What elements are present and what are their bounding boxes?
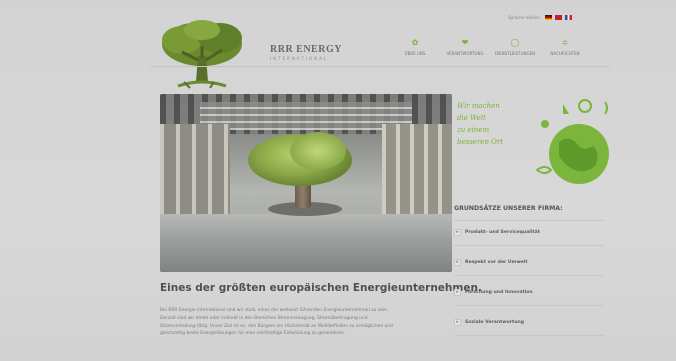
principle-item-environment[interactable]: ▸ Respekt vor der Umwelt [454,258,604,267]
chevron-right-icon: ▸ [454,319,461,326]
nav-label: ÜBER UNS [404,51,426,56]
language-label: Sprache wählen [508,14,541,20]
language-switcher: Sprache wählen [508,12,573,22]
nav-item-dienstleistungen[interactable]: ◯ DIENSTLEISTUNGEN [490,38,540,56]
flag-de-icon[interactable] [545,14,553,20]
principle-label: Forschung und Innovation [465,290,533,295]
hero-tree-canopy-top [290,132,346,170]
chevron-right-icon: ▸ [454,229,461,236]
principle-item-research[interactable]: ▸ Forschung und Innovation [454,288,604,297]
divider [454,245,604,246]
principle-label: Respekt vor der Umwelt [465,260,528,265]
intro-paragraph: Bei RRR Energie International sind wir s… [160,307,450,338]
principle-label: Soziale Verantwortung [465,320,525,325]
nav-item-verantwortung[interactable]: ❤ VERANTWORTUNG [440,38,490,56]
brand-subtitle: INTERNATIONAL [270,56,329,61]
green-globe-icon [535,99,609,184]
nav-item-nachrichten[interactable]: ≑ NACHRICHTEN [540,38,590,56]
divider [454,305,604,306]
flag-fr-icon[interactable] [565,14,573,20]
principles-title: GRUNDSÄTZE UNSERER FIRMA: [454,205,563,212]
principle-label: Produkt- und Servicequalität [465,230,540,235]
slogan-text: Wir machen die Welt zu einem besseren Or… [457,102,504,146]
nav-item-ueber-uns[interactable]: ✿ ÜBER UNS [390,38,440,56]
flag-en-icon[interactable] [555,14,563,20]
page-headline: Eines der größten europäischen Energieun… [160,282,482,294]
tree-logo-icon[interactable] [158,16,246,94]
paragraph-line: Derzeit sind wir direkt oder indirekt in… [160,315,368,321]
divider [454,335,604,336]
paragraph-line: gleichzeitig beste Energielösungen für e… [160,331,346,337]
divider [454,220,604,221]
nav-divider [150,66,610,67]
nav-label: DIENSTLEISTUNGEN [494,51,536,56]
brand[interactable]: RRR ENERGY INTERNATIONAL [270,44,342,61]
chevron-right-icon: ▸ [454,259,461,266]
screen-frame: Sprache wählen RRR ENERGY INTERNATIONAL … [0,0,676,361]
chevron-right-icon: ▸ [454,289,461,296]
rss-icon: ≑ [561,38,569,47]
hero-floor [160,214,452,272]
leaf-icon: ✿ [411,38,419,47]
slogan-graphic: Wir machen die Welt zu einem besseren Or… [455,94,610,190]
paragraph-line: Stromverteilung tätig. Unser Ziel ist es… [160,323,393,329]
ring-icon: ◯ [510,38,520,47]
brand-name: RRR ENERGY [270,44,342,55]
hero-skylight [200,102,412,130]
divider [454,275,604,276]
nav-label: VERANTWORTUNG [446,51,484,56]
nav-label: NACHRICHTEN [550,51,580,56]
principle-item-social[interactable]: ▸ Soziale Verantwortung [454,318,604,327]
hero-image [160,94,452,272]
website-page: Sprache wählen RRR ENERGY INTERNATIONAL … [150,8,610,361]
main-nav: ✿ ÜBER UNS ❤ VERANTWORTUNG ◯ DIENSTLEIST… [390,38,590,56]
principle-item-quality[interactable]: ▸ Produkt- und Servicequalität [454,228,604,237]
sprout-icon: ❤ [461,38,469,47]
paragraph-line: Bei RRR Energie International sind wir s… [160,308,389,313]
